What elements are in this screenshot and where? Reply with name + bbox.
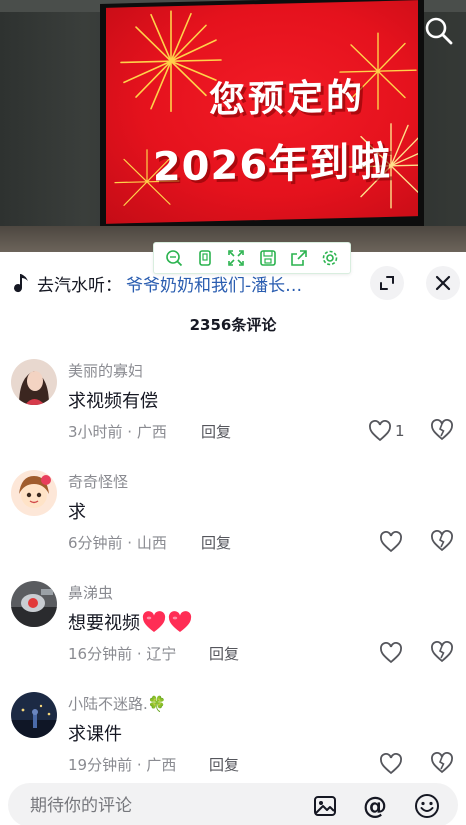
- heart-outline-icon: [380, 642, 402, 664]
- comment-input-bar: @: [0, 780, 466, 825]
- comment-meta: 6分钟前 · 山西: [68, 534, 167, 552]
- comment-item: 鼻涕虫 想要视频 16分钟前 · 辽宁 回复: [0, 581, 466, 681]
- comment-meta: 3小时前 · 广西: [68, 423, 167, 441]
- comment-text: 想要视频: [68, 609, 192, 635]
- comment-author[interactable]: 美丽的寡妇: [68, 360, 143, 381]
- screen-headline-1: 您预定的: [208, 76, 365, 122]
- comment-input[interactable]: [30, 794, 280, 818]
- avatar[interactable]: [11, 692, 57, 738]
- comment-text-body: 想要视频: [68, 613, 140, 634]
- like-button[interactable]: [379, 752, 406, 776]
- music-song-link[interactable]: 爷爷奶奶和我们-潘长…: [126, 271, 302, 296]
- emoji-icon[interactable]: [414, 793, 440, 819]
- heart-outline-icon: [380, 531, 402, 553]
- comment-text: 求课件: [68, 724, 122, 745]
- broken-heart-icon: [431, 530, 453, 552]
- like-count: 1: [395, 422, 405, 440]
- reply-button[interactable]: 回复: [201, 421, 231, 442]
- comment-count: 2356条评论: [189, 316, 277, 334]
- comment-text: 求: [68, 502, 86, 523]
- avatar[interactable]: [11, 581, 57, 627]
- close-button[interactable]: [426, 266, 460, 300]
- screen-headline-2: 2026年到啦: [152, 138, 392, 191]
- expand-icon: [380, 276, 394, 290]
- broken-heart-icon: [431, 752, 453, 774]
- search-icon[interactable]: [422, 14, 456, 48]
- dislike-button[interactable]: [430, 419, 454, 443]
- red-heart-emoji-icon: [168, 611, 192, 632]
- dislike-button[interactable]: [430, 752, 454, 776]
- dislike-button[interactable]: [430, 530, 454, 554]
- tv-screen: 您预定的 2026年到啦: [106, 0, 418, 224]
- comment-text: 求视频有偿: [68, 391, 158, 412]
- close-icon: [435, 275, 451, 291]
- like-button[interactable]: [379, 530, 406, 554]
- heart-outline-icon: [380, 753, 402, 775]
- music-prefix: 去汽水听：: [37, 275, 122, 296]
- comment-item: 美丽的寡妇 求视频有偿 3小时前 · 广西 回复 1: [0, 359, 466, 459]
- comment-input-pill[interactable]: @: [8, 783, 458, 825]
- reply-button[interactable]: 回复: [201, 532, 231, 553]
- comment-author[interactable]: 奇奇怪怪: [68, 471, 128, 492]
- broken-heart-icon: [431, 419, 453, 441]
- music-note-icon: [14, 274, 28, 293]
- comment-author[interactable]: 小陆不迷路.🍀: [68, 693, 166, 714]
- red-heart-emoji-icon: [142, 611, 166, 632]
- mention-icon[interactable]: @: [362, 793, 388, 819]
- like-button[interactable]: 1: [368, 419, 405, 443]
- heart-outline-icon: [369, 420, 391, 442]
- expand-button[interactable]: [370, 266, 404, 300]
- reply-button[interactable]: 回复: [209, 754, 239, 775]
- comment-item: 奇奇怪怪 求 6分钟前 · 山西 回复: [0, 470, 466, 570]
- avatar[interactable]: [11, 359, 57, 405]
- video-player[interactable]: 您预定的 2026年到啦: [0, 0, 466, 252]
- comment-meta: 16分钟前 · 辽宁: [68, 645, 177, 663]
- comment-author[interactable]: 鼻涕虫: [68, 582, 113, 603]
- avatar[interactable]: [11, 470, 57, 516]
- comment-meta: 19分钟前 · 广西: [68, 756, 177, 774]
- comment-item: 小陆不迷路.🍀 求课件 19分钟前 · 广西 回复: [0, 692, 466, 792]
- like-button[interactable]: [379, 641, 406, 665]
- broken-heart-icon: [431, 641, 453, 663]
- reply-button[interactable]: 回复: [209, 643, 239, 664]
- image-icon[interactable]: [312, 793, 338, 819]
- dislike-button[interactable]: [430, 641, 454, 665]
